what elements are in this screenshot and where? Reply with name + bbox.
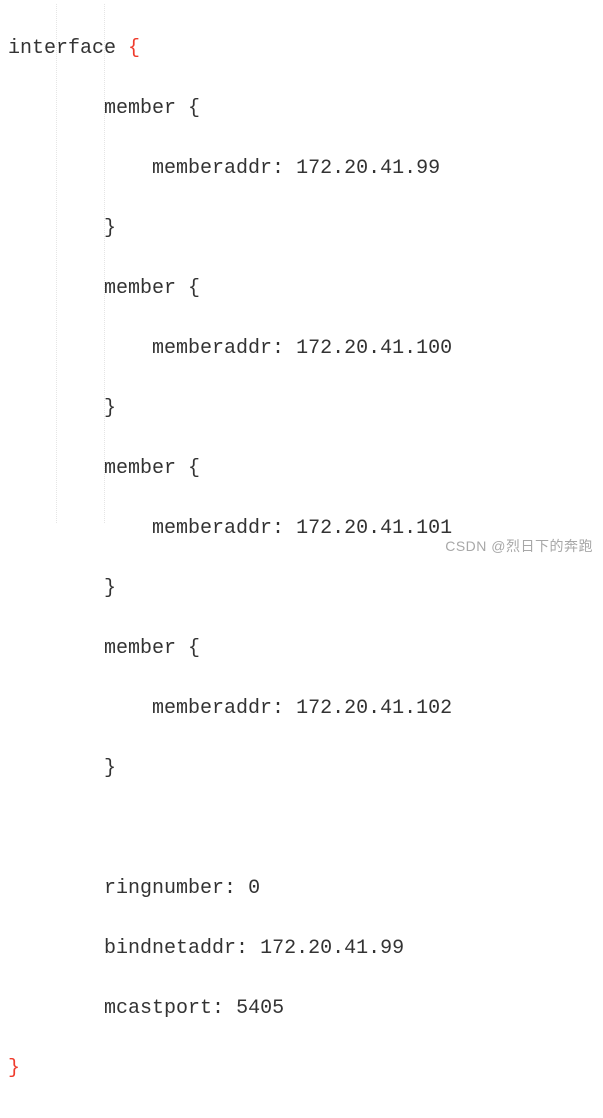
member-close-1: } [8, 214, 603, 244]
member-line-3: member { [8, 454, 603, 484]
member-close-4: } [8, 754, 603, 784]
interface-close-brace: } [8, 1057, 20, 1080]
interface-close-line: } [8, 1054, 603, 1084]
interface-line: interface { [8, 34, 603, 64]
interface-open-brace: { [128, 37, 140, 60]
ringnumber-label: ringnumber: [104, 877, 236, 900]
member-keyword: member [104, 457, 176, 480]
mcastport-line: mcastport: 5405 [8, 994, 603, 1024]
bindnetaddr-label: bindnetaddr: [104, 937, 248, 960]
member-open: { [188, 637, 200, 660]
memberaddr-value: 172.20.41.102 [296, 697, 452, 720]
watermark: CSDN @烈日下的奔跑 [445, 536, 593, 557]
member-line-2: member { [8, 274, 603, 304]
bindnetaddr-value: 172.20.41.99 [260, 937, 404, 960]
member-keyword: member [104, 97, 176, 120]
member-open: { [188, 457, 200, 480]
member-close: } [104, 397, 116, 420]
code-block: interface { member { memberaddr: 172.20.… [0, 0, 603, 1118]
memberaddr-label: memberaddr: [152, 697, 284, 720]
mcastport-value: 5405 [236, 997, 284, 1020]
member-open: { [188, 277, 200, 300]
ringnumber-value: 0 [248, 877, 260, 900]
memberaddr-value: 172.20.41.99 [296, 157, 440, 180]
member-keyword: member [104, 277, 176, 300]
mcastport-label: mcastport: [104, 997, 224, 1020]
blank-line [8, 814, 603, 844]
memberaddr-label: memberaddr: [152, 517, 284, 540]
memberaddr-value: 172.20.41.101 [296, 517, 452, 540]
memberaddr-line-4: memberaddr: 172.20.41.102 [8, 694, 603, 724]
member-close: } [104, 757, 116, 780]
bindnetaddr-line: bindnetaddr: 172.20.41.99 [8, 934, 603, 964]
memberaddr-line-1: memberaddr: 172.20.41.99 [8, 154, 603, 184]
member-close: } [104, 217, 116, 240]
memberaddr-line-2: memberaddr: 172.20.41.100 [8, 334, 603, 364]
member-close: } [104, 577, 116, 600]
memberaddr-value: 172.20.41.100 [296, 337, 452, 360]
interface-keyword: interface [8, 37, 116, 60]
member-line-4: member { [8, 634, 603, 664]
memberaddr-label: memberaddr: [152, 157, 284, 180]
member-line-1: member { [8, 94, 603, 124]
memberaddr-label: memberaddr: [152, 337, 284, 360]
member-keyword: member [104, 637, 176, 660]
ringnumber-line: ringnumber: 0 [8, 874, 603, 904]
member-open: { [188, 97, 200, 120]
member-close-2: } [8, 394, 603, 424]
member-close-3: } [8, 574, 603, 604]
